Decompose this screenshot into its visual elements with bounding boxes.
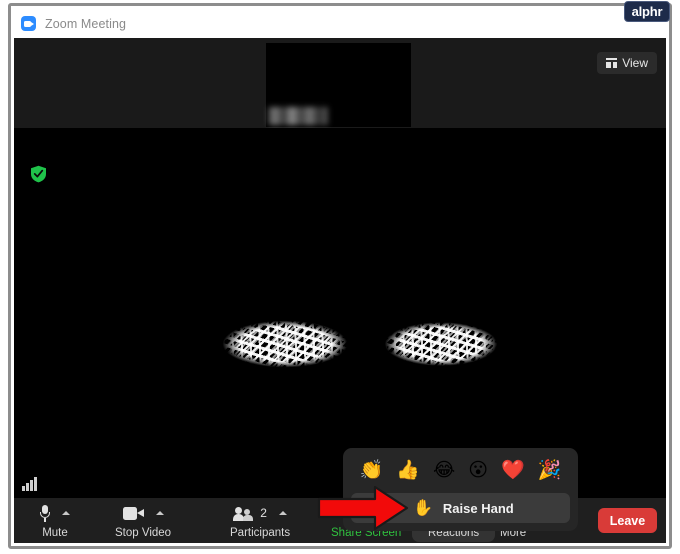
leave-button[interactable]: Leave bbox=[598, 508, 657, 533]
alphr-watermark-label: alphr bbox=[631, 4, 663, 19]
zoom-video-icon bbox=[21, 16, 36, 31]
mute-options-caret-icon[interactable] bbox=[62, 511, 70, 515]
red-annotation-arrow-icon bbox=[317, 484, 409, 532]
view-button[interactable]: View bbox=[597, 52, 657, 74]
camera-icon bbox=[122, 506, 144, 520]
participant-name-blurred bbox=[197, 306, 511, 380]
screenshot-root: Zoom Meeting View 👏 👍 😂 😮 ❤️ 🎉 ✋ Raise H… bbox=[0, 0, 680, 554]
emoji-reactions-row: 👏 👍 😂 😮 ❤️ 🎉 bbox=[343, 454, 578, 486]
face-with-tears-of-joy-emoji[interactable]: 😂 bbox=[433, 460, 455, 480]
stop-video-label: Stop Video bbox=[115, 527, 172, 539]
alphr-watermark: alphr bbox=[624, 1, 670, 22]
people-icon bbox=[233, 506, 253, 521]
raise-hand-label: Raise Hand bbox=[442, 500, 514, 516]
video-options-caret-icon[interactable] bbox=[155, 511, 164, 515]
thumbnail-name-blurred bbox=[268, 107, 328, 125]
zoom-meeting-window: Zoom Meeting View 👏 👍 😂 😮 ❤️ 🎉 ✋ Raise H… bbox=[14, 9, 666, 543]
window-title: Zoom Meeting bbox=[45, 16, 127, 31]
participants-label: Participants bbox=[230, 527, 291, 539]
window-titlebar: Zoom Meeting bbox=[14, 9, 666, 38]
raised-hand-icon: ✋ bbox=[413, 498, 433, 517]
participants-options-caret-icon[interactable] bbox=[278, 511, 287, 515]
green-shield-check-icon bbox=[30, 165, 47, 183]
stop-video-button[interactable]: Stop Video bbox=[115, 500, 171, 542]
grid-view-icon bbox=[606, 58, 618, 68]
thumbs-up-emoji[interactable]: 👍 bbox=[396, 460, 420, 480]
mute-button[interactable]: Mute bbox=[40, 500, 70, 542]
red-heart-emoji[interactable]: ❤️ bbox=[501, 460, 525, 480]
participants-button[interactable]: 2 Participants bbox=[230, 500, 290, 542]
network-signal-bars-icon bbox=[22, 477, 38, 491]
view-button-label: View bbox=[622, 56, 648, 70]
mute-label: Mute bbox=[42, 527, 68, 539]
participants-count: 2 bbox=[260, 506, 267, 520]
video-stage: View 👏 👍 😂 😮 ❤️ 🎉 ✋ Raise Hand bbox=[14, 38, 666, 531]
microphone-icon bbox=[40, 504, 50, 522]
open-mouth-emoji[interactable]: 😮 bbox=[468, 460, 488, 480]
clapping-hands-emoji[interactable]: 👏 bbox=[360, 460, 384, 480]
party-popper-emoji[interactable]: 🎉 bbox=[538, 460, 562, 480]
